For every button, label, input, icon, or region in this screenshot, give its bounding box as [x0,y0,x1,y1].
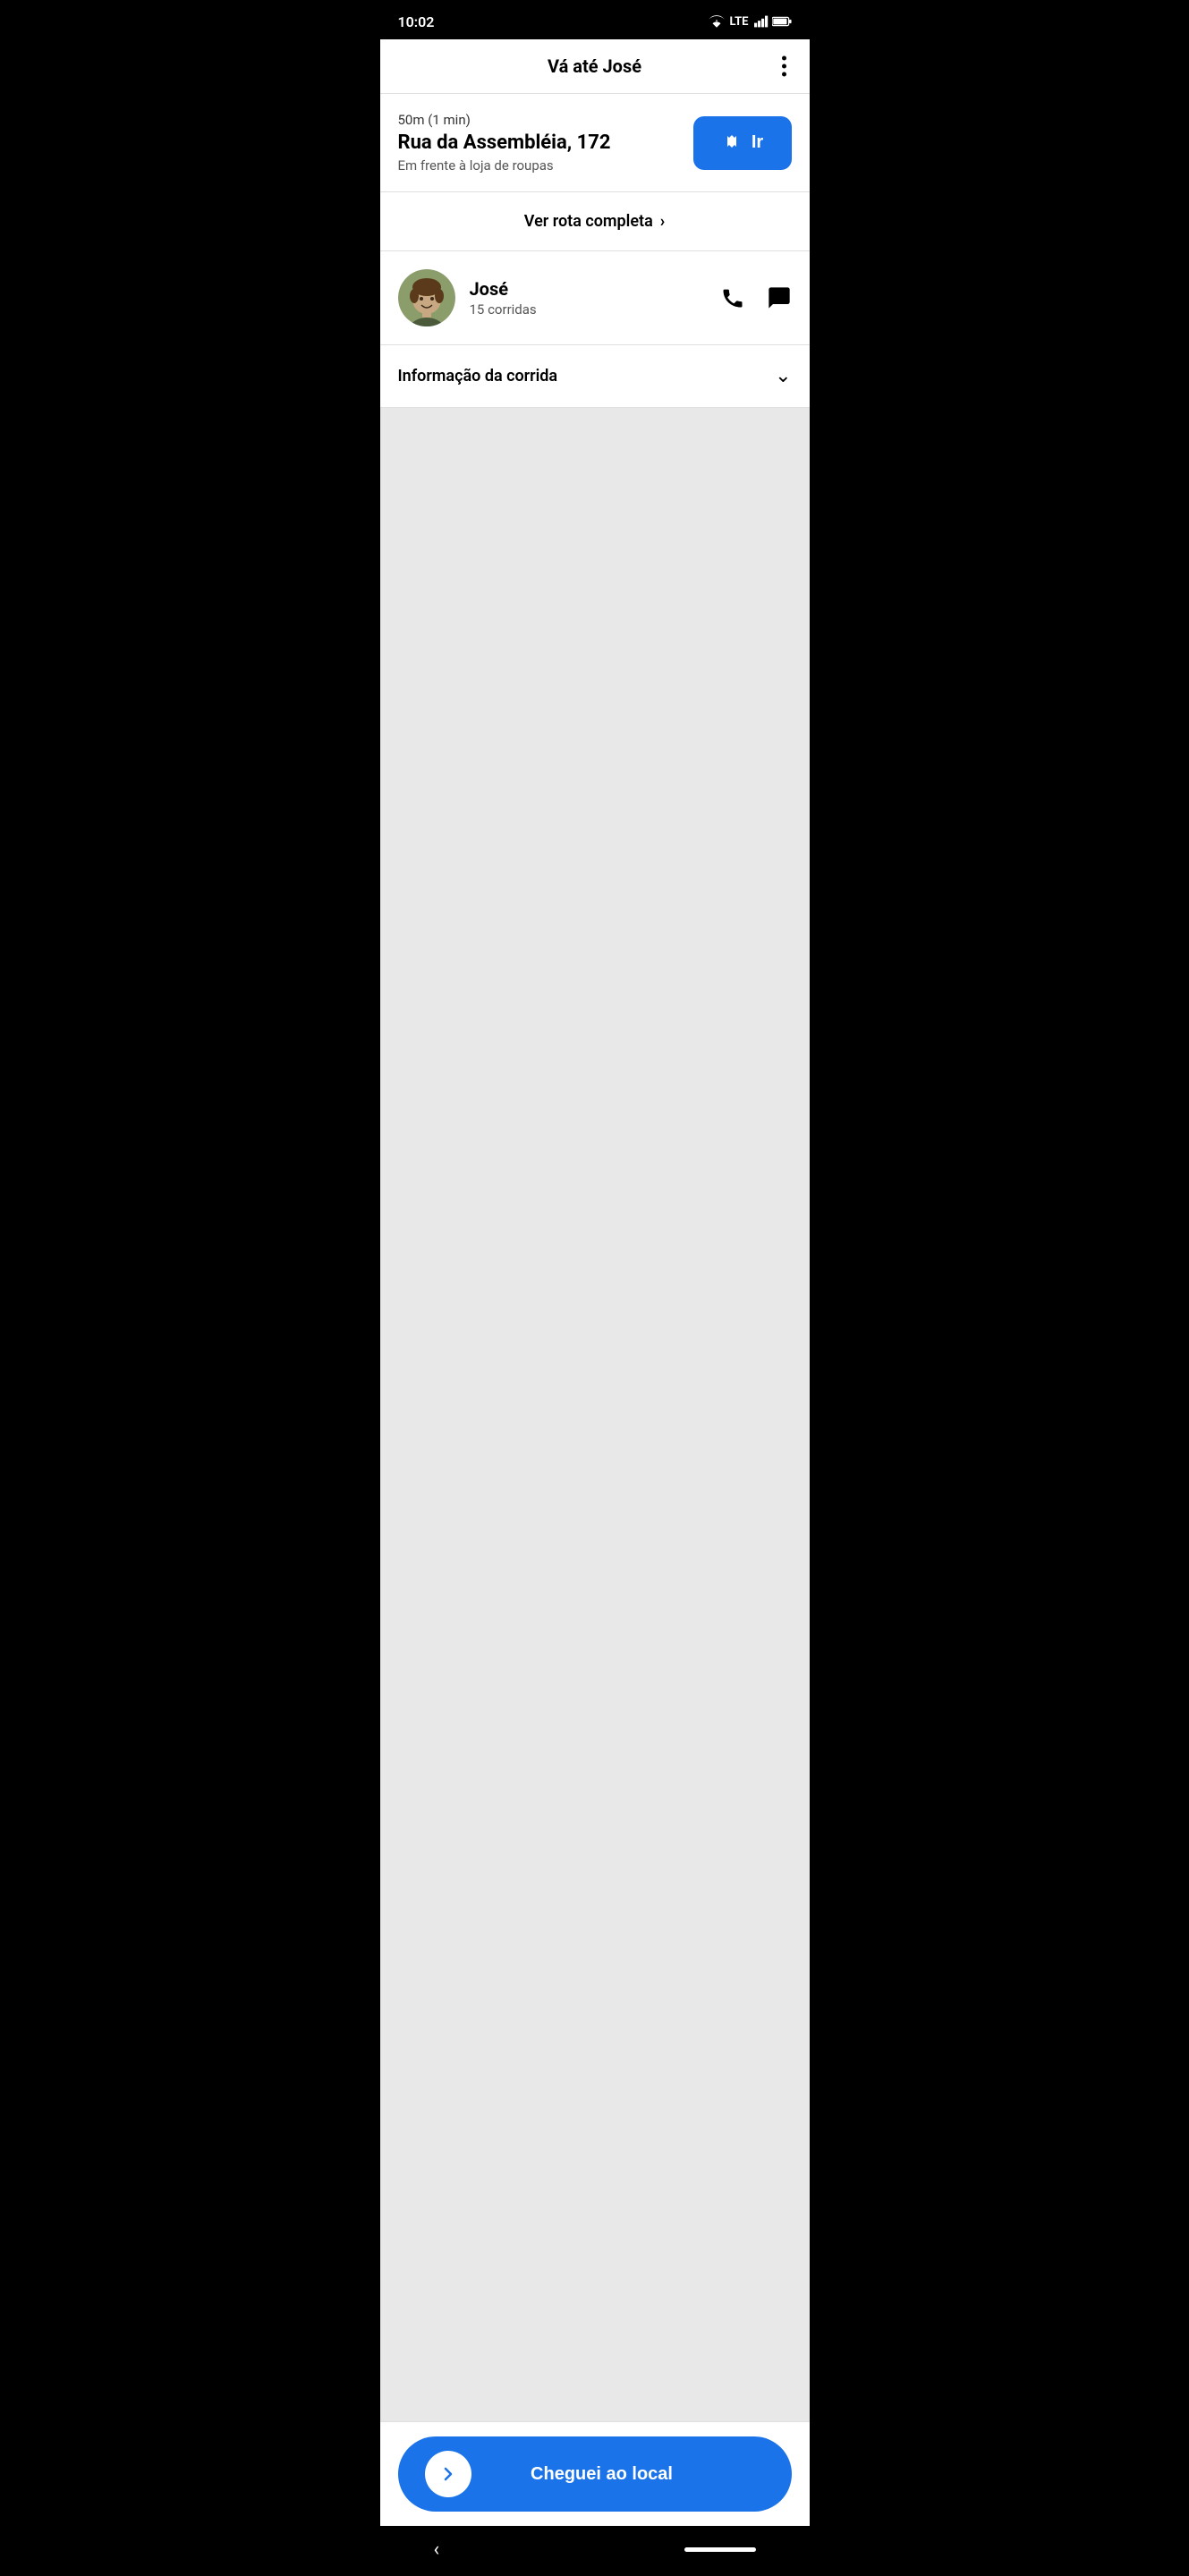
passenger-rides: 15 corridas [470,301,706,318]
chevron-right-icon: › [660,212,665,231]
lte-label: LTE [730,15,749,29]
go-button[interactable]: Ir [693,116,792,170]
wifi-icon [709,15,725,28]
phone-icon [720,285,745,310]
address-hint: Em frente à loja de roupas [398,157,679,174]
map-area [380,408,810,2421]
dot-1 [782,56,786,61]
avatar-image [398,269,455,326]
signal-icon [754,15,769,28]
passenger-avatar [398,269,455,326]
route-link-text: Ver rota completa [524,212,653,231]
back-button[interactable]: ‹ [434,2538,440,2561]
passenger-info: José 15 corridas [470,278,706,318]
message-button[interactable] [767,285,792,310]
nav-bar: ‹ [380,2526,810,2576]
call-button[interactable] [720,285,745,310]
passenger-name: José [470,278,706,300]
address-info: 50m (1 min) Rua da Assembléia, 172 Em fr… [398,112,679,174]
arrived-button[interactable]: Cheguei ao local [398,2436,792,2512]
bottom-cta: Cheguei ao local [380,2421,810,2526]
arrived-button-text: Cheguei ao local [486,2464,718,2485]
navigation-icon [721,132,743,154]
app-container: Vá até José 50m (1 min) Rua da Assembléi… [380,39,810,2526]
address-name: Rua da Assembléia, 172 [398,131,679,154]
status-icons: LTE [709,15,792,29]
dot-3 [782,72,786,77]
ride-info-label: Informação da corrida [398,367,558,386]
passenger-actions [720,285,792,310]
header-title: Vá até José [548,55,641,77]
route-link[interactable]: Ver rota completa › [380,192,810,251]
message-icon [767,285,792,310]
chevron-down-icon: ⌄ [775,365,791,387]
passenger-section: José 15 corridas [380,251,810,345]
address-meta: 50m (1 min) [398,112,679,128]
arrow-right-icon [437,2463,459,2485]
address-section: 50m (1 min) Rua da Assembléia, 172 Em fr… [380,94,810,192]
home-indicator[interactable] [684,2547,756,2552]
status-time: 10:02 [398,13,435,30]
go-button-label: Ir [752,132,763,153]
header: Vá até José [380,39,810,94]
status-bar: 10:02 LTE [380,0,810,39]
more-menu-button[interactable] [777,51,792,82]
ride-info-section[interactable]: Informação da corrida ⌄ [380,345,810,408]
battery-icon [772,16,792,27]
arrived-button-arrow-container [425,2451,471,2497]
dot-2 [782,64,786,69]
